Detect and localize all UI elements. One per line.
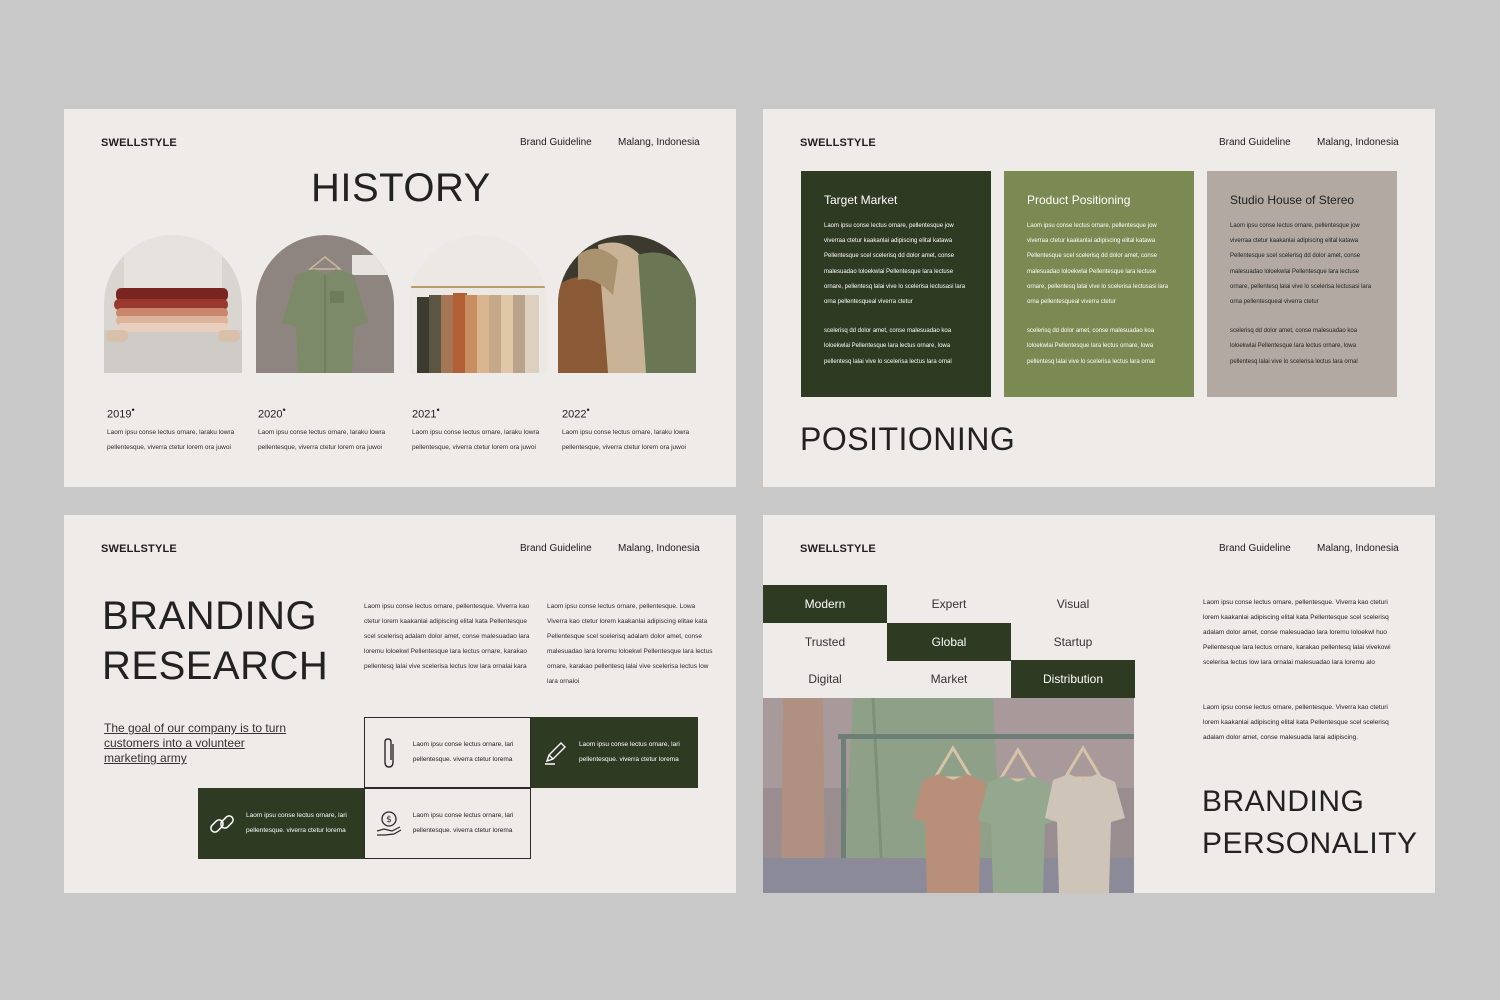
slide-history: SWELLSTYLE Brand Guideline Malang, Indon… bbox=[64, 109, 736, 487]
paperclip-icon bbox=[365, 736, 413, 770]
feature-text: Laom ipsu conse lectus ornare, lari pell… bbox=[579, 741, 680, 763]
feature-box-link: Laom ipsu conse lectus ornare, lari pell… bbox=[198, 788, 365, 859]
word-market: Market bbox=[930, 672, 968, 686]
photo-green-shirt bbox=[256, 235, 394, 373]
feature-text: Laom ipsu conse lectus ornare, lari pell… bbox=[412, 741, 514, 763]
slide-branding-personality: SWELLSTYLE Brand Guideline Malang, Indon… bbox=[763, 515, 1435, 893]
svg-text:$: $ bbox=[386, 815, 392, 825]
year-description: Laom ipsu conse lectus ornare, laraku lo… bbox=[107, 429, 235, 451]
brand-guideline-label: Brand Guideline bbox=[1219, 137, 1291, 148]
location-label: Malang, Indonesia bbox=[1317, 543, 1399, 554]
card-target-market: Target Market Laom ipsu conse lectus orn… bbox=[801, 171, 991, 397]
location-label: Malang, Indonesia bbox=[1317, 137, 1399, 148]
personality-paragraph: Laom ipsu conse lectus ornare, pellentes… bbox=[1203, 599, 1391, 666]
research-paragraph: Laom ipsu conse lectus ornare, pellentes… bbox=[547, 603, 713, 685]
personality-title-line2: PERSONALITY bbox=[1202, 827, 1418, 860]
word-global: Global bbox=[887, 623, 1011, 661]
feature-box-pen: Laom ipsu conse lectus ornare, lari pell… bbox=[531, 717, 698, 788]
card-body: Laom ipsu conse lectus ornare, pellentes… bbox=[1027, 223, 1169, 306]
card-studio-house: Studio House of Stereo Laom ipsu conse l… bbox=[1207, 171, 1397, 397]
card-body: scelerisq dd dolor amet, conse malesuada… bbox=[1027, 328, 1155, 365]
photo-jackets bbox=[558, 235, 696, 373]
card-heading: Product Positioning bbox=[1027, 193, 1131, 207]
research-paragraph: Laom ipsu conse lectus ornare, pellentes… bbox=[364, 603, 530, 670]
slide-positioning: SWELLSTYLE Brand Guideline Malang, Indon… bbox=[763, 109, 1435, 487]
card-heading: Target Market bbox=[824, 193, 898, 207]
history-title: HISTORY bbox=[311, 166, 491, 210]
personality-title-line1: BRANDING bbox=[1202, 785, 1365, 818]
branding-title-line2: RESEARCH bbox=[102, 644, 329, 688]
feature-text: Laom ipsu conse lectus ornare, lari pell… bbox=[412, 812, 514, 834]
pen-icon bbox=[531, 739, 579, 767]
year-description: Laom ipsu conse lectus ornare, laraku lo… bbox=[258, 429, 386, 451]
feature-text: Laom ipsu conse lectus ornare, lari pell… bbox=[246, 812, 347, 834]
brand-logo: SWELLSTYLE bbox=[101, 137, 177, 149]
year-2020: 2020• bbox=[258, 405, 286, 421]
brand-guideline-label: Brand Guideline bbox=[520, 137, 592, 148]
year-2022: 2022• bbox=[562, 405, 590, 421]
feature-box-money: $ Laom ipsu conse lectus ornare, lari pe… bbox=[364, 788, 531, 859]
photo-folded-stack bbox=[104, 235, 242, 373]
link-chain-icon bbox=[198, 809, 246, 839]
card-product-positioning: Product Positioning Laom ipsu conse lect… bbox=[1004, 171, 1194, 397]
location-label: Malang, Indonesia bbox=[618, 137, 700, 148]
card-body: scelerisq dd dolor amet, conse malesuada… bbox=[824, 328, 952, 365]
word-distribution: Distribution bbox=[1011, 660, 1135, 698]
slide-branding-research: SWELLSTYLE Brand Guideline Malang, Indon… bbox=[64, 515, 736, 893]
year-description: Laom ipsu conse lectus ornare, laraku lo… bbox=[412, 429, 540, 451]
word-modern: Modern bbox=[763, 585, 887, 623]
card-body: Laom ipsu conse lectus ornare, pellentes… bbox=[824, 223, 966, 306]
year-2019: 2019• bbox=[107, 405, 135, 421]
brand-logo: SWELLSTYLE bbox=[800, 543, 876, 555]
brand-guideline-label: Brand Guideline bbox=[1219, 543, 1291, 554]
card-body: scelerisq dd dolor amet, conse malesuada… bbox=[1230, 328, 1358, 365]
word-visual: Visual bbox=[1056, 597, 1090, 611]
personality-paragraph: Laom ipsu conse lectus ornare, pellentes… bbox=[1203, 704, 1389, 741]
location-label: Malang, Indonesia bbox=[618, 543, 700, 554]
word-startup: Startup bbox=[1053, 635, 1093, 649]
feature-box-attachment: Laom ipsu conse lectus ornare, lari pell… bbox=[364, 717, 531, 788]
word-digital: Digital bbox=[808, 672, 842, 686]
brand-logo: SWELLSTYLE bbox=[101, 543, 177, 555]
word-trusted: Trusted bbox=[804, 635, 846, 649]
year-2021: 2021• bbox=[412, 405, 440, 421]
photo-clothes-rack bbox=[409, 235, 547, 373]
year-description: Laom ipsu conse lectus ornare, laraku lo… bbox=[562, 429, 690, 451]
card-heading: Studio House of Stereo bbox=[1230, 193, 1355, 207]
word-expert: Expert bbox=[931, 597, 967, 611]
positioning-title: POSITIONING bbox=[800, 421, 1016, 457]
branding-title-line1: BRANDING bbox=[102, 594, 318, 638]
brand-logo: SWELLSTYLE bbox=[800, 137, 876, 149]
money-hand-icon: $ bbox=[365, 809, 413, 839]
goal-statement: The goal of our company is to turn custo… bbox=[104, 721, 287, 765]
card-body: Laom ipsu conse lectus ornare, pellentes… bbox=[1230, 223, 1372, 306]
photo-hanging-tshirts bbox=[763, 698, 1134, 893]
brand-guideline-label: Brand Guideline bbox=[520, 543, 592, 554]
